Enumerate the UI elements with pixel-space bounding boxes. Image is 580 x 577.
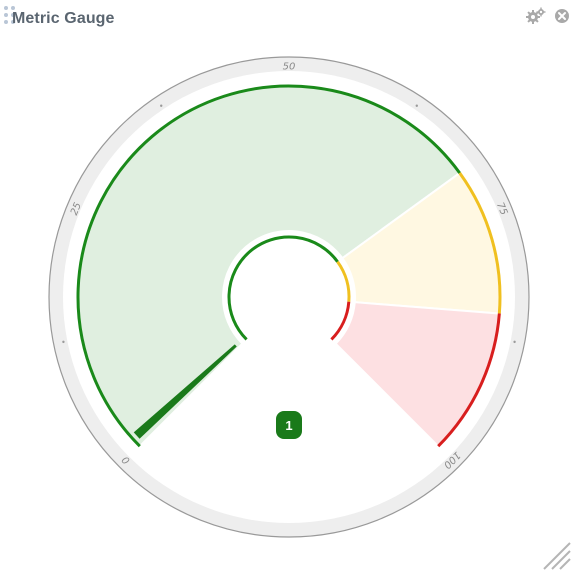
gauge-minor-tick <box>62 340 65 344</box>
gauge-minor-tick <box>513 340 516 344</box>
resize-grip-icon[interactable] <box>540 539 572 571</box>
gauge-tick-label: 50 <box>283 62 296 73</box>
gauge-hub <box>233 241 345 353</box>
gauge-minor-tick <box>160 104 163 107</box>
gauge-value-label: 1 <box>285 418 292 433</box>
gauge-chart: 0255075100 1 <box>48 56 530 538</box>
metric-gauge-widget: Metric Gauge 0 25 50 75 100 1 <box>0 0 580 577</box>
gauge-minor-tick <box>415 104 418 107</box>
gauge-value-badge: 1 <box>276 411 302 439</box>
